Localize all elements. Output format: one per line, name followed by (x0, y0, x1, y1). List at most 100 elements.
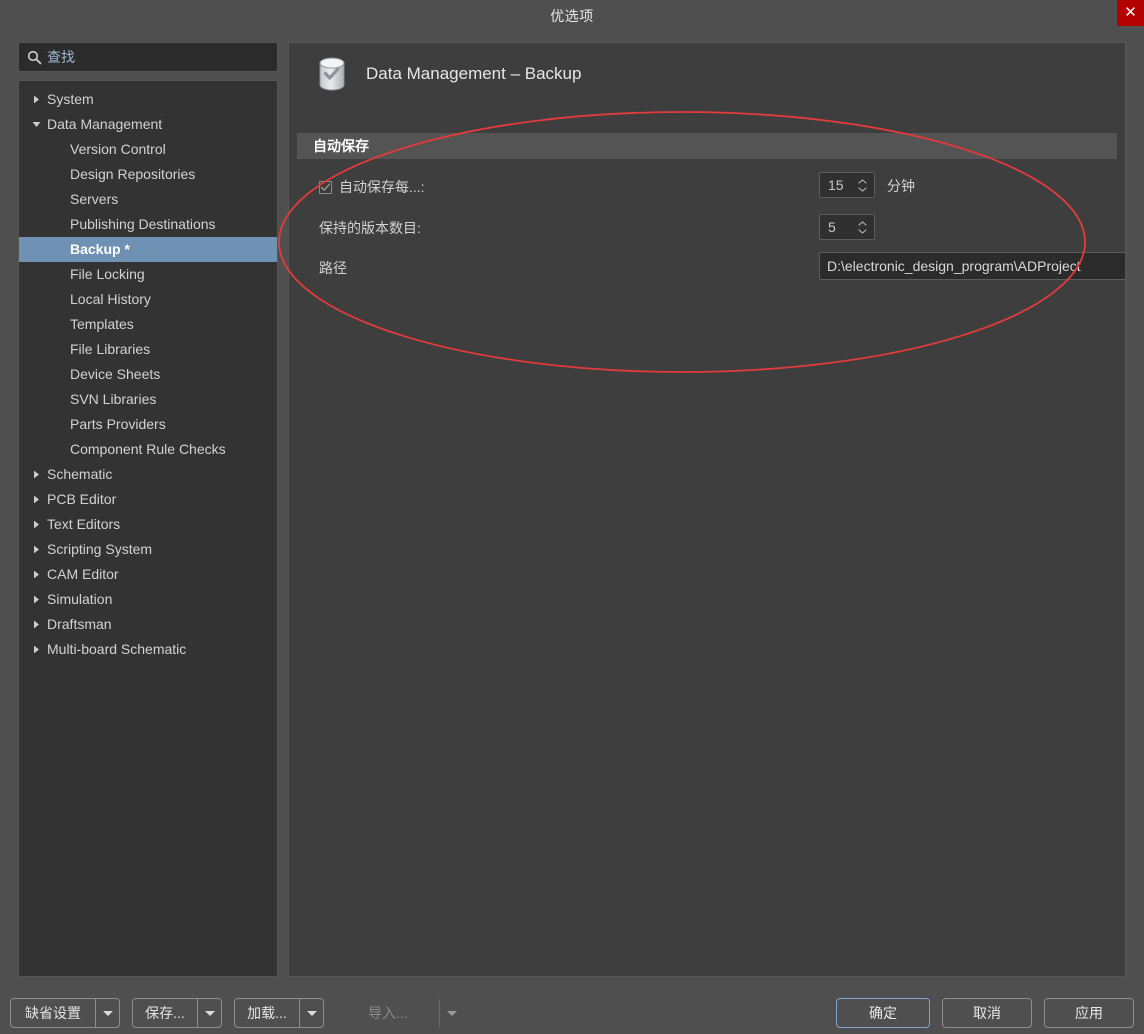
sidebar-item-servers[interactable]: Servers (19, 187, 277, 212)
footer-button-right-1[interactable]: 取消 (942, 998, 1032, 1028)
close-icon[interactable]: ✕ (1117, 0, 1144, 26)
sidebar-item-label: Device Sheets (70, 366, 161, 382)
sidebar-item-label: Backup * (70, 241, 130, 257)
sidebar-item-backup[interactable]: Backup * (19, 237, 277, 262)
chevron-down-icon (857, 228, 867, 234)
chevron-down-icon[interactable] (197, 999, 221, 1027)
chevron-right-icon[interactable] (30, 512, 42, 537)
check-icon (320, 183, 331, 191)
chevron-right-icon[interactable] (30, 487, 42, 512)
sidebar-item-label: Publishing Destinations (70, 216, 216, 232)
footer-button-left-2[interactable]: 加载... (234, 998, 324, 1028)
chevron-up-icon (857, 220, 867, 226)
versions-kept-stepper[interactable]: 5 (819, 214, 875, 240)
sidebar-item-device-sheets[interactable]: Device Sheets (19, 362, 277, 387)
footer-button-label: 保存... (145, 1005, 185, 1021)
footer-button-right-0[interactable]: 确定 (836, 998, 930, 1028)
autosave-checkbox-wrap[interactable]: 自动保存每...: (319, 177, 425, 197)
footer-bar: 缺省设置 保存... 加载... 导入... 确定 取消 应用 (0, 988, 1144, 1034)
sidebar-item-simulation[interactable]: Simulation (19, 587, 277, 612)
sidebar-item-label: File Locking (70, 266, 145, 282)
page-header: Data Management – Backup (289, 43, 1125, 105)
sidebar-item-label: Design Repositories (70, 166, 196, 182)
sidebar: System Data Management Version Control Desi… (18, 42, 278, 977)
chevron-up-icon (857, 178, 867, 184)
autosave-checkbox-label: 自动保存每...: (339, 179, 425, 195)
page-title: Data Management – Backup (366, 64, 582, 83)
preferences-dialog: 优选项 ✕ System Data Management Version Contr… (0, 0, 1144, 1034)
sidebar-item-label: Servers (70, 191, 119, 207)
sidebar-item-version-control[interactable]: Version Control (19, 137, 277, 162)
sidebar-item-pcb-editor[interactable]: PCB Editor (19, 487, 277, 512)
sidebar-item-scripting-system[interactable]: Scripting System (19, 537, 277, 562)
search-input[interactable] (47, 44, 277, 70)
chevron-right-icon[interactable] (30, 87, 42, 112)
chevron-right-icon[interactable] (30, 637, 42, 662)
sidebar-item-label: Simulation (47, 591, 113, 607)
autosave-interval-spin-buttons[interactable] (854, 173, 870, 197)
chevron-right-icon[interactable] (30, 562, 42, 587)
sidebar-item-design-repositories[interactable]: Design Repositories (19, 162, 277, 187)
autosave-interval-value: 15 (828, 177, 844, 193)
sidebar-item-label: Parts Providers (70, 416, 166, 432)
chevron-down-icon[interactable] (299, 999, 323, 1027)
sidebar-item-label: System (47, 91, 94, 107)
versions-kept-spin-buttons[interactable] (854, 215, 870, 239)
sidebar-item-draftsman[interactable]: Draftsman (19, 612, 277, 637)
backup-path-field[interactable] (819, 252, 1125, 280)
autosave-checkbox[interactable] (319, 180, 332, 194)
versions-kept-label: 保持的版本数目: (319, 220, 421, 236)
main-panel: Data Management – Backup 自动保存 自动保存每...: … (288, 42, 1126, 977)
database-check-icon (314, 55, 350, 93)
autosave-interval-stepper[interactable]: 15 (819, 172, 875, 198)
sidebar-item-multi-board-schematic[interactable]: Multi-board Schematic (19, 637, 277, 662)
footer-button-left-1[interactable]: 保存... (132, 998, 222, 1028)
window-title: 优选项 (550, 8, 594, 24)
sidebar-item-label: Multi-board Schematic (47, 641, 187, 657)
footer-button-left-0[interactable]: 缺省设置 (10, 998, 120, 1028)
search-icon (21, 44, 47, 70)
sidebar-item-label: SVN Libraries (70, 391, 157, 407)
chevron-right-icon[interactable] (30, 612, 42, 637)
chevron-right-icon[interactable] (30, 537, 42, 562)
sidebar-item-component-rule-checks[interactable]: Component Rule Checks (19, 437, 277, 462)
sidebar-item-label: CAM Editor (47, 566, 119, 582)
sidebar-item-label: Data Management (47, 116, 163, 132)
sidebar-item-templates[interactable]: Templates (19, 312, 277, 337)
sidebar-item-publishing-destinations[interactable]: Publishing Destinations (19, 212, 277, 237)
sidebar-item-label: Version Control (70, 141, 166, 157)
sidebar-item-file-locking[interactable]: File Locking (19, 262, 277, 287)
sidebar-item-svn-libraries[interactable]: SVN Libraries (19, 387, 277, 412)
sidebar-item-cam-editor[interactable]: CAM Editor (19, 562, 277, 587)
chevron-down-icon (857, 186, 867, 192)
autosave-interval-unit: 分钟 (887, 178, 915, 194)
sidebar-item-text-editors[interactable]: Text Editors (19, 512, 277, 537)
chevron-down-icon (439, 999, 463, 1027)
sidebar-item-label: PCB Editor (47, 491, 117, 507)
footer-button-label: 加载... (247, 1005, 287, 1021)
title-bar: 优选项 ✕ (0, 0, 1144, 30)
search-box[interactable] (18, 42, 278, 72)
sidebar-item-label: Draftsman (47, 616, 112, 632)
sidebar-item-local-history[interactable]: Local History (19, 287, 277, 312)
sidebar-item-file-libraries[interactable]: File Libraries (19, 337, 277, 362)
chevron-right-icon[interactable] (30, 587, 42, 612)
section-header-autosave: 自动保存 (297, 133, 1117, 159)
chevron-down-icon[interactable] (95, 999, 119, 1027)
sidebar-item-system[interactable]: System (19, 87, 277, 112)
footer-button-right-2[interactable]: 应用 (1044, 998, 1134, 1028)
chevron-right-icon[interactable] (30, 462, 42, 487)
row-autosave-interval: 自动保存每...: 15 分钟 (319, 172, 1109, 199)
chevron-down-icon[interactable] (30, 112, 42, 137)
sidebar-item-schematic[interactable]: Schematic (19, 462, 277, 487)
sidebar-item-parts-providers[interactable]: Parts Providers (19, 412, 277, 437)
sidebar-item-label: Scripting System (47, 541, 153, 557)
sidebar-item-data-management[interactable]: Data Management (19, 112, 277, 137)
row-versions-kept: 保持的版本数目: 5 (319, 214, 1109, 241)
backup-path-input[interactable] (820, 254, 1125, 278)
sidebar-item-label: Templates (70, 316, 134, 332)
sidebar-item-label: Local History (70, 291, 151, 307)
footer-button-label: 导入... (368, 1005, 408, 1021)
sidebar-item-label: Text Editors (47, 516, 121, 532)
preferences-tree[interactable]: System Data Management Version Control Desi… (18, 80, 278, 977)
